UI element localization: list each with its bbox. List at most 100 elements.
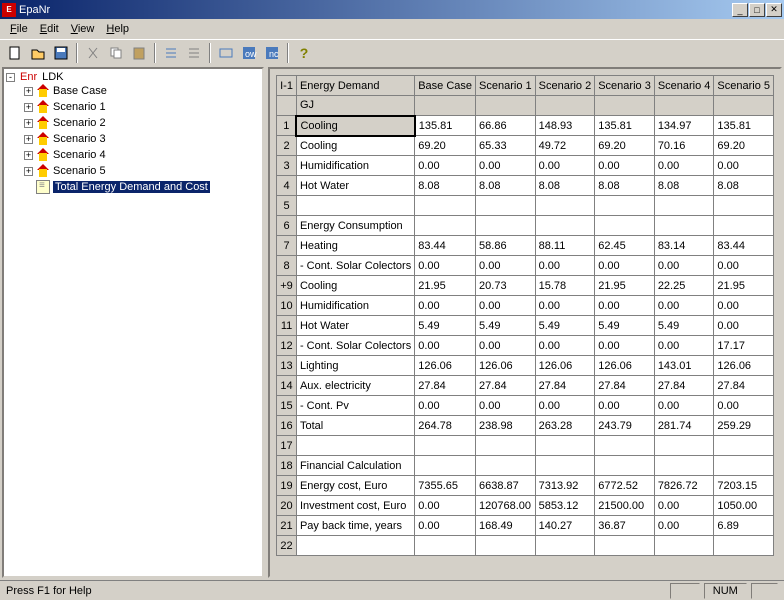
grid-cell[interactable]: 0.00: [535, 296, 595, 316]
grid-cell[interactable]: 0.00: [654, 496, 714, 516]
grid-cell[interactable]: 27.84: [714, 376, 774, 396]
row-header[interactable]: 10: [277, 296, 297, 316]
grid-cell[interactable]: 6638.87: [476, 476, 536, 496]
row-header[interactable]: 16: [277, 416, 297, 436]
grid-cell[interactable]: 27.84: [595, 376, 655, 396]
tree-item[interactable]: +Scenario 5: [24, 163, 260, 179]
grid-cell[interactable]: Energy Consumption: [296, 216, 414, 236]
expand-icon[interactable]: +: [24, 87, 33, 96]
grid-cell[interactable]: 140.27: [535, 516, 595, 536]
grid-cell[interactable]: 0.00: [415, 256, 476, 276]
grid-cell[interactable]: 259.29: [714, 416, 774, 436]
tool-btn-d[interactable]: ow: [238, 42, 260, 64]
grid-cell[interactable]: Cooling: [296, 116, 414, 136]
grid-cell[interactable]: [535, 216, 595, 236]
column-header[interactable]: Scenario 4: [654, 76, 714, 96]
grid-cell[interactable]: [476, 456, 536, 476]
menu-help[interactable]: Help: [100, 21, 135, 37]
grid-cell[interactable]: 5.49: [654, 316, 714, 336]
grid-cell[interactable]: 135.81: [714, 116, 774, 136]
grid-cell[interactable]: 8.08: [595, 176, 655, 196]
grid-cell[interactable]: Investment cost, Euro: [296, 496, 414, 516]
grid-cell[interactable]: [296, 536, 414, 556]
grid-cell[interactable]: [415, 536, 476, 556]
grid-cell[interactable]: 8.08: [654, 176, 714, 196]
grid-cell[interactable]: 22.25: [654, 276, 714, 296]
grid-cell[interactable]: 27.84: [654, 376, 714, 396]
tree-item[interactable]: +Scenario 4: [24, 147, 260, 163]
row-header[interactable]: 4: [277, 176, 297, 196]
grid-cell[interactable]: 0.00: [415, 496, 476, 516]
grid-cell[interactable]: 263.28: [535, 416, 595, 436]
grid-cell[interactable]: [296, 196, 414, 216]
menu-file[interactable]: File: [4, 21, 34, 37]
column-header[interactable]: Base Case: [415, 76, 476, 96]
grid-cell[interactable]: [595, 216, 655, 236]
grid-cell[interactable]: [535, 456, 595, 476]
row-header[interactable]: 19: [277, 476, 297, 496]
tree-item[interactable]: +Scenario 2: [24, 115, 260, 131]
grid-cell[interactable]: [654, 436, 714, 456]
grid-cell[interactable]: 5.49: [476, 316, 536, 336]
tool-btn-b[interactable]: [183, 42, 205, 64]
expand-icon[interactable]: +: [24, 119, 33, 128]
grid-cell[interactable]: [476, 436, 536, 456]
row-header[interactable]: 17: [277, 436, 297, 456]
grid-cell[interactable]: [654, 456, 714, 476]
grid-cell[interactable]: 88.11: [535, 236, 595, 256]
grid-cell[interactable]: 0.00: [476, 256, 536, 276]
grid-cell[interactable]: 0.00: [654, 256, 714, 276]
grid-cell[interactable]: 7355.65: [415, 476, 476, 496]
grid-cell[interactable]: 21.95: [714, 276, 774, 296]
grid-cell[interactable]: 0.00: [476, 396, 536, 416]
grid-cell[interactable]: 0.00: [654, 156, 714, 176]
grid-cell[interactable]: Aux. electricity: [296, 376, 414, 396]
grid-cell[interactable]: 83.44: [415, 236, 476, 256]
grid-cell[interactable]: 126.06: [476, 356, 536, 376]
grid-cell[interactable]: 21500.00: [595, 496, 655, 516]
grid-cell[interactable]: 143.01: [654, 356, 714, 376]
grid-cell[interactable]: 36.87: [595, 516, 655, 536]
expand-icon[interactable]: +: [24, 103, 33, 112]
grid-cell[interactable]: 120768.00: [476, 496, 536, 516]
close-button[interactable]: ✕: [766, 3, 782, 17]
grid-cell[interactable]: [535, 536, 595, 556]
grid-cell[interactable]: 8.08: [714, 176, 774, 196]
tool-btn-c[interactable]: [215, 42, 237, 64]
grid-cell[interactable]: 0.00: [654, 516, 714, 536]
grid-cell[interactable]: [654, 216, 714, 236]
grid-cell[interactable]: 5853.12: [535, 496, 595, 516]
grid-cell[interactable]: 0.00: [535, 156, 595, 176]
cut-icon[interactable]: [82, 42, 104, 64]
grid-cell[interactable]: Humidification: [296, 296, 414, 316]
grid-cell[interactable]: 83.44: [714, 236, 774, 256]
minimize-button[interactable]: _: [732, 3, 748, 17]
grid-cell[interactable]: 126.06: [535, 356, 595, 376]
grid-cell[interactable]: 0.00: [476, 336, 536, 356]
grid-cell[interactable]: 8.08: [415, 176, 476, 196]
paste-icon[interactable]: [128, 42, 150, 64]
grid-cell[interactable]: Heating: [296, 236, 414, 256]
grid-cell[interactable]: 0.00: [595, 256, 655, 276]
grid-cell[interactable]: 0.00: [595, 296, 655, 316]
grid-cell[interactable]: 58.86: [476, 236, 536, 256]
grid-cell[interactable]: 126.06: [595, 356, 655, 376]
row-header[interactable]: 11: [277, 316, 297, 336]
grid-cell[interactable]: [714, 436, 774, 456]
row-header[interactable]: 14: [277, 376, 297, 396]
grid-cell[interactable]: 168.49: [476, 516, 536, 536]
grid-cell[interactable]: [714, 456, 774, 476]
tree-item[interactable]: +Scenario 1: [24, 99, 260, 115]
grid-cell[interactable]: 0.00: [595, 396, 655, 416]
row-header[interactable]: 7: [277, 236, 297, 256]
column-header[interactable]: Scenario 5: [714, 76, 774, 96]
grid-cell[interactable]: [595, 196, 655, 216]
grid-cell[interactable]: 20.73: [476, 276, 536, 296]
grid-cell[interactable]: 21.95: [595, 276, 655, 296]
tool-btn-e[interactable]: nc: [261, 42, 283, 64]
grid-cell[interactable]: [476, 536, 536, 556]
grid-cell[interactable]: 243.79: [595, 416, 655, 436]
grid-cell[interactable]: 65.33: [476, 136, 536, 156]
tree-item[interactable]: +Scenario 3: [24, 131, 260, 147]
grid-cell[interactable]: [415, 216, 476, 236]
